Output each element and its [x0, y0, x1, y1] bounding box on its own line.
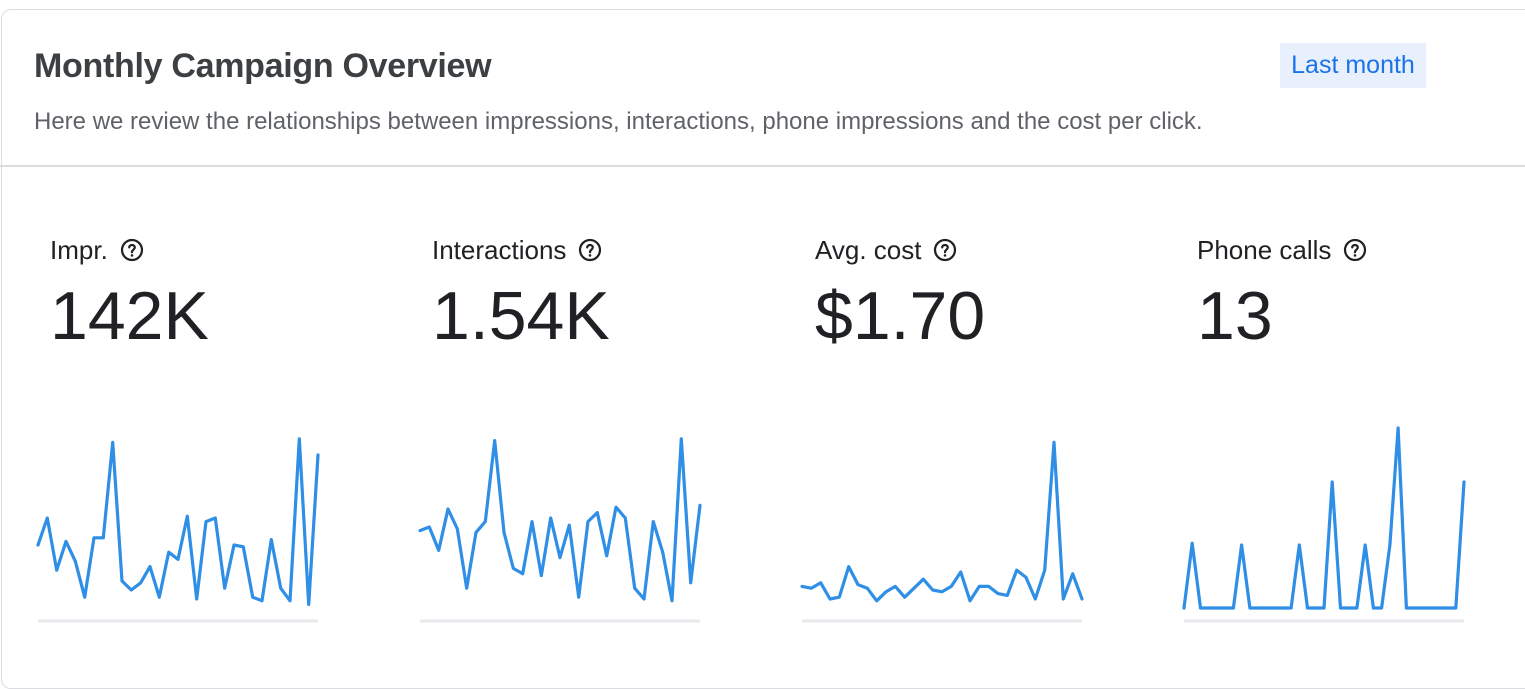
metric-value: 142K	[50, 278, 209, 354]
help-circle-icon[interactable]	[120, 238, 144, 262]
metric-impressions[interactable]: Impr. 142K	[50, 232, 209, 355]
metric-interactions[interactable]: Interactions 1.54K	[432, 232, 610, 355]
metric-label: Impr.	[50, 234, 108, 265]
metric-value: $1.70	[815, 278, 986, 354]
sparkline-series-line	[418, 437, 702, 603]
sparkline-series-line	[800, 440, 1084, 603]
page-subtitle: Here we review the relationships between…	[34, 108, 1203, 135]
sparkline-series-line	[1182, 426, 1466, 610]
metric-label: Interactions	[432, 234, 567, 265]
date-range-button[interactable]: Last month	[1280, 43, 1426, 88]
help-circle-icon[interactable]	[933, 238, 957, 262]
metric-value: 1.54K	[432, 278, 610, 354]
help-circle-icon[interactable]	[578, 238, 602, 262]
metric-value: 13	[1197, 278, 1273, 354]
sparkline-phone-calls	[1182, 426, 1466, 623]
sparkline-avg-cost	[800, 440, 1084, 623]
help-circle-icon[interactable]	[1343, 238, 1367, 262]
metric-label: Avg. cost	[815, 234, 922, 265]
metric-label: Phone calls	[1197, 234, 1332, 265]
header-divider	[0, 165, 1525, 167]
sparkline-interactions	[418, 437, 702, 623]
page-title: Monthly Campaign Overview	[34, 47, 492, 85]
metric-avg-cost[interactable]: Avg. cost $1.70	[815, 232, 986, 355]
sparkline-series-line	[36, 437, 320, 606]
metric-phone-calls[interactable]: Phone calls 13	[1197, 232, 1367, 354]
sparkline-impressions	[36, 437, 320, 623]
